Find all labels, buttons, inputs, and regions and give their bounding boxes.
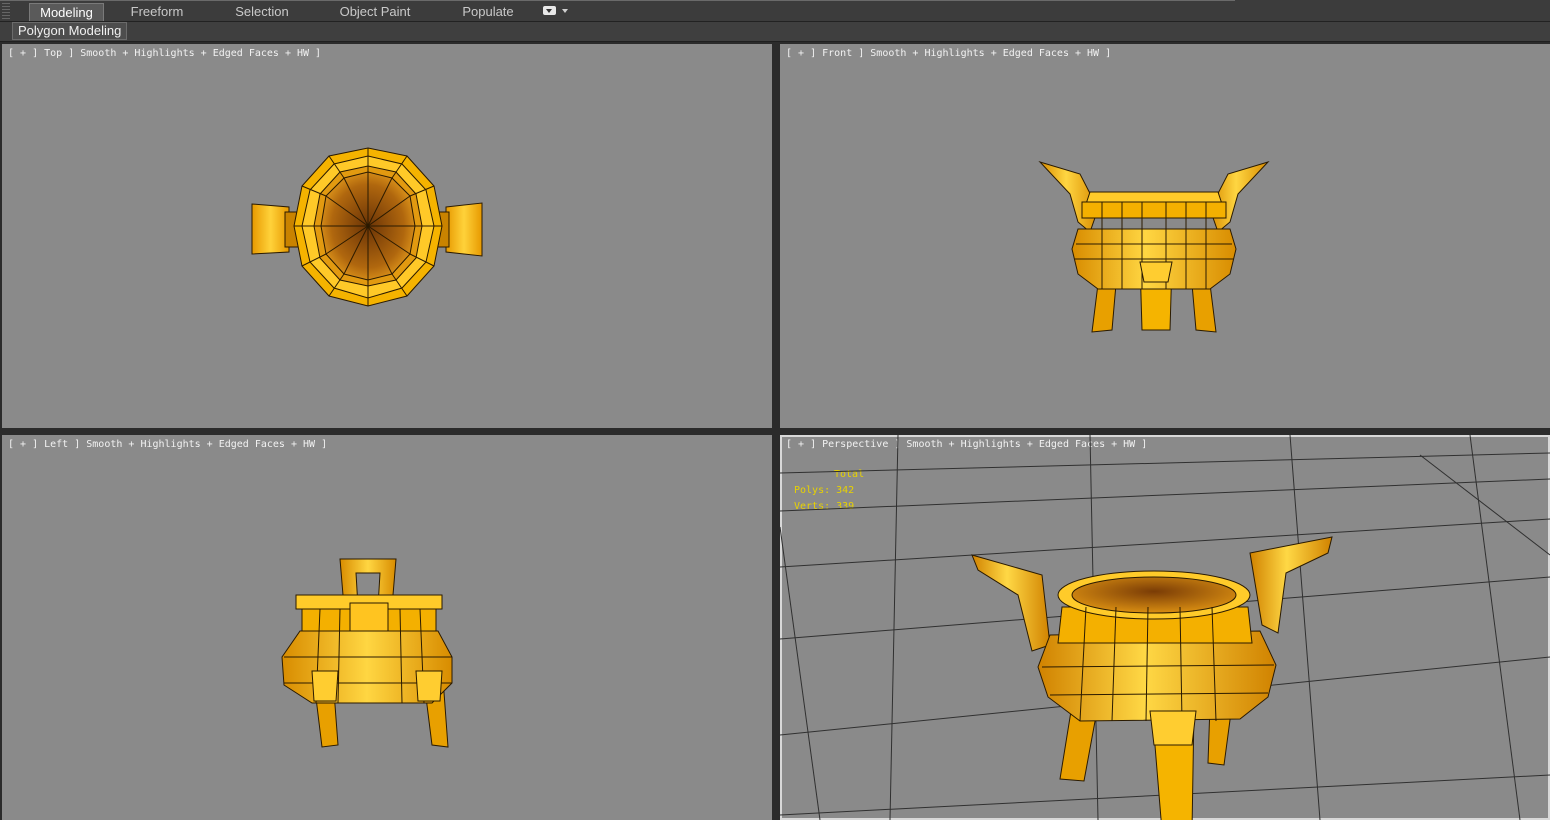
ribbon-panel: Polygon Modeling xyxy=(0,22,1550,42)
viewport-left[interactable]: [ + ] Left ] Smooth + Highlights + Edged… xyxy=(2,435,772,820)
top-view-model xyxy=(251,147,483,307)
max-app-window: Modeling Freeform Selection Object Paint… xyxy=(0,0,1550,820)
ribbon-tab-bar: Modeling Freeform Selection Object Paint… xyxy=(0,0,1550,22)
tab-freeform[interactable]: Freeform xyxy=(118,3,196,21)
perspective-view-model xyxy=(780,435,1550,820)
tab-object-paint[interactable]: Object Paint xyxy=(332,3,418,21)
tab-populate[interactable]: Populate xyxy=(450,3,526,21)
top-handle-left xyxy=(251,203,290,255)
tab-modeling[interactable]: Modeling xyxy=(29,3,104,21)
polygon-modeling-panel-tab[interactable]: Polygon Modeling xyxy=(12,22,128,40)
ribbon-grip-handle[interactable] xyxy=(2,3,10,19)
viewport-top[interactable]: [ + ] Top ] Smooth + Highlights + Edged … xyxy=(2,44,772,428)
ribbon-options-dropdown[interactable] xyxy=(541,5,571,19)
front-view-model xyxy=(1038,160,1270,333)
viewport-front[interactable]: [ + ] Front ] Smooth + Highlights + Edge… xyxy=(780,44,1550,428)
left-view-model xyxy=(281,558,453,748)
tab-selection[interactable]: Selection xyxy=(222,3,302,21)
viewport-perspective[interactable]: [ + ] Perspective ] Smooth + Highlights … xyxy=(780,435,1550,820)
viewport-area: [ + ] Top ] Smooth + Highlights + Edged … xyxy=(0,42,1550,820)
ribbon-top-line xyxy=(0,0,1235,1)
chevron-down-icon xyxy=(562,9,568,13)
ribbon-toggle-icon xyxy=(543,6,556,15)
top-handle-right xyxy=(445,202,483,257)
